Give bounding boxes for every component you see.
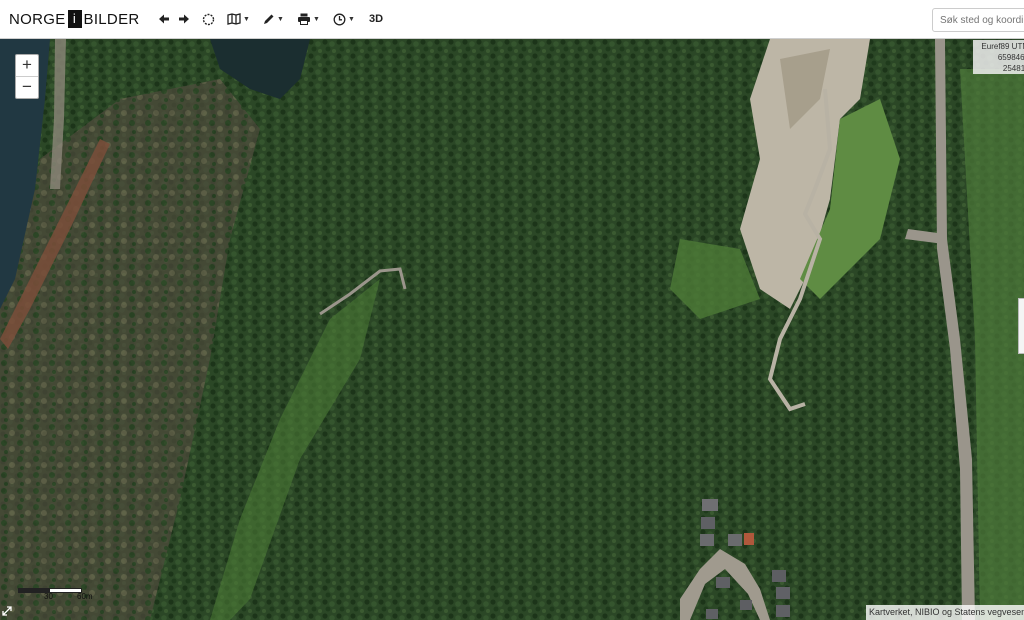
locate-circle-icon	[202, 13, 215, 25]
app-logo[interactable]: NORGE i BILDER	[9, 9, 140, 29]
forward-button[interactable]	[178, 10, 190, 28]
coordinate-north: 6598466	[997, 53, 1024, 62]
zoom-in-button[interactable]: +	[16, 55, 38, 76]
chevron-down-icon: ▼	[348, 15, 355, 23]
map-view[interactable]	[0, 39, 1024, 620]
chevron-down-icon: ▼	[277, 15, 284, 23]
scale-label-mid: 30	[44, 592, 53, 601]
top-toolbar: NORGE i BILDER ▼ ▼ ▼ ▼ 3D	[0, 0, 1024, 39]
chevron-down-icon: ▼	[313, 15, 320, 23]
logo-text-left: NORGE	[9, 10, 66, 28]
map-attribution: Kartverket, NIBIO og Statens vegvesen	[866, 605, 1024, 620]
chevron-down-icon: ▼	[243, 15, 250, 23]
coordinate-system: Euref89 UTM	[981, 42, 1024, 51]
scale-bar: 30 60m	[18, 584, 93, 604]
logo-text-box: i	[67, 10, 82, 28]
map-layers-icon	[227, 13, 241, 25]
back-arrow-icon	[159, 14, 169, 24]
forward-arrow-icon	[179, 14, 189, 24]
expand-icon[interactable]	[2, 606, 14, 618]
draw-pencil-icon	[264, 14, 274, 24]
search-input[interactable]	[932, 8, 1024, 32]
coordinate-readout: Euref89 UTM 6598466 254811	[973, 40, 1024, 74]
logo-text-right: BILDER	[83, 10, 140, 28]
threed-button[interactable]: 3D	[369, 10, 383, 28]
coordinate-east: 254811	[1002, 64, 1024, 73]
print-icon	[298, 13, 310, 25]
zoom-out-button[interactable]: −	[16, 76, 38, 98]
print-button[interactable]: ▼	[297, 10, 320, 28]
locate-button[interactable]	[202, 10, 215, 28]
zoom-control: + −	[15, 54, 39, 99]
history-button[interactable]: ▼	[333, 10, 355, 28]
map-layers-button[interactable]: ▼	[227, 10, 250, 28]
back-button[interactable]	[158, 10, 170, 28]
scale-label-end: 60m	[77, 592, 93, 601]
history-clock-icon	[333, 13, 346, 25]
draw-button[interactable]: ▼	[262, 10, 284, 28]
side-panel-handle[interactable]	[1018, 298, 1024, 354]
aerial-imagery	[0, 39, 1024, 620]
